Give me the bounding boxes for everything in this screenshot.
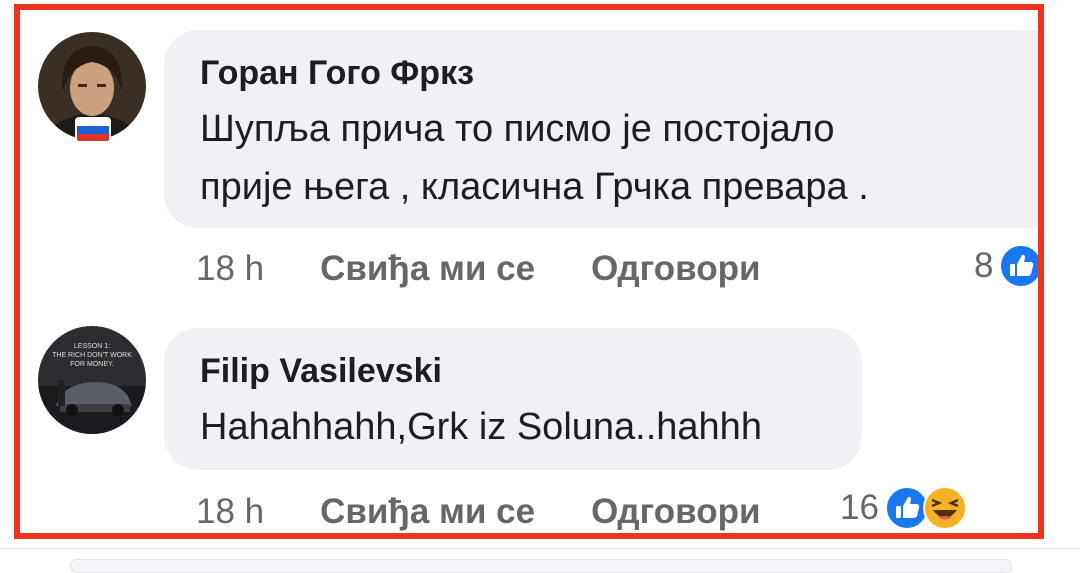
like-button[interactable]: Свиђа ми се	[320, 492, 535, 532]
svg-text:LESSON 1:: LESSON 1:	[74, 343, 110, 350]
svg-text:THE RICH DON'T WORK: THE RICH DON'T WORK	[52, 352, 132, 359]
avatar[interactable]: LESSON 1: THE RICH DON'T WORK FOR MONEY.	[38, 326, 146, 434]
reply-button[interactable]: Одговори	[591, 249, 760, 289]
comment-author[interactable]: Горан Гого Фркз	[200, 54, 474, 93]
reaction-count: 16	[840, 488, 879, 527]
comment-actions: 18 h Свиђа ми се Одговори	[196, 247, 760, 291]
reaction-summary[interactable]: 16	[840, 486, 967, 530]
comment-timestamp[interactable]: 18 h	[196, 492, 264, 532]
comment-text-line: прије њега , класична Грчка превара .	[200, 166, 869, 208]
bottom-bar	[0, 548, 1080, 573]
reaction-summary[interactable]: 8	[974, 244, 1038, 288]
screenshot-frame: Горан Гого Фркз Шупља прича то писмо је …	[14, 4, 1044, 539]
comment-text-line: Шупља прича то писмо је постојало	[200, 108, 835, 150]
svg-text:FOR MONEY.: FOR MONEY.	[70, 361, 113, 368]
comment-actions: 18 h Свиђа ми се Одговори	[196, 490, 760, 533]
haha-icon	[922, 486, 967, 530]
like-icon	[999, 244, 1038, 288]
comment-bubble: Горан Гого Фркз Шупља прича то писмо је …	[164, 30, 1038, 228]
comment-text-line: Hahahhahh,Grk iz Soluna..hahhh	[200, 406, 762, 448]
reply-button[interactable]: Одговори	[591, 492, 760, 532]
like-button[interactable]: Свиђа ми се	[320, 249, 535, 289]
comment-bubble: Filip Vasilevski Hahahhahh,Grk iz Soluna…	[164, 328, 862, 470]
comment-input-bar[interactable]	[70, 559, 1012, 573]
russia-flag-icon	[75, 117, 111, 143]
reaction-count: 8	[974, 246, 994, 285]
comment-timestamp[interactable]: 18 h	[196, 249, 264, 289]
comment-author[interactable]: Filip Vasilevski	[200, 352, 442, 391]
